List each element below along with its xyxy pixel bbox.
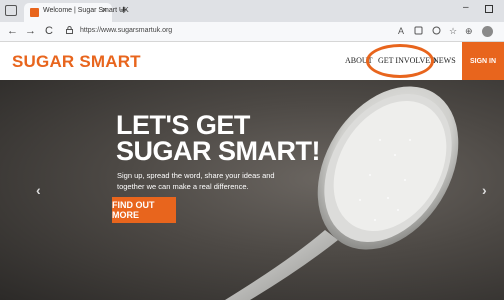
browser-tab-bar: Welcome | Sugar Smart UK × + – [0, 0, 504, 22]
get-involved-highlight-circle [366, 44, 434, 78]
carousel-next-icon[interactable]: › [482, 182, 487, 198]
new-tab-button[interactable]: + [120, 3, 128, 17]
hero-title: LET'S GET SUGAR SMART! [116, 110, 321, 166]
reload-icon[interactable]: C [45, 25, 53, 37]
window-maximize-button[interactable] [485, 5, 493, 13]
app-available-icon[interactable] [432, 26, 441, 38]
sugar-smart-logo[interactable]: SUGAR SMART [12, 52, 141, 72]
sign-in-button[interactable]: SIGN IN [462, 42, 504, 80]
find-out-more-button[interactable]: FIND OUT MORE [112, 197, 176, 223]
nav-news[interactable]: NEWS [433, 56, 456, 65]
profile-avatar[interactable] [482, 26, 493, 37]
tab-actions-icon[interactable] [5, 5, 17, 16]
extensions-icon[interactable] [414, 26, 423, 38]
browser-tab[interactable]: Welcome | Sugar Smart UK × [24, 3, 129, 22]
forward-icon[interactable]: → [25, 25, 36, 37]
site-favicon-icon [30, 8, 39, 17]
carousel-prev-icon[interactable]: ‹ [36, 182, 41, 198]
tab-title: Welcome | Sugar Smart UK [43, 7, 129, 14]
window-minimize-button[interactable]: – [463, 2, 469, 13]
favorites-star-icon[interactable]: ☆ [449, 26, 457, 37]
collections-icon[interactable]: ⊕ [465, 26, 473, 37]
url-input[interactable]: https://www.sugarsmartuk.org [80, 27, 172, 34]
read-aloud-icon[interactable]: A [398, 26, 404, 37]
back-icon[interactable]: ← [7, 25, 18, 37]
hero-banner: LET'S GET SUGAR SMART! Sign up, spread t… [0, 80, 504, 300]
browser-address-bar: ← → C https://www.sugarsmartuk.org A ☆ ⊕ [0, 22, 504, 42]
hero-subtitle: Sign up, spread the word, share your ide… [117, 171, 275, 191]
tab-close-button[interactable]: × [102, 5, 107, 15]
lock-icon [66, 26, 73, 36]
